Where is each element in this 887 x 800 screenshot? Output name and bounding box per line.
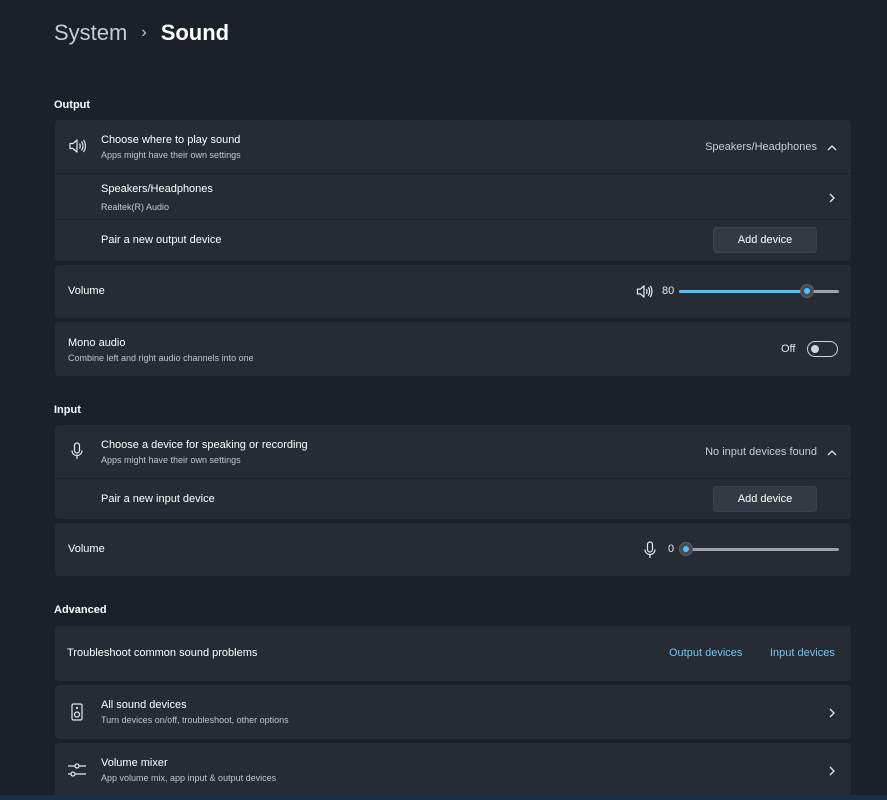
- mono-audio-subtitle: Combine left and right audio channels in…: [68, 353, 254, 363]
- mono-audio-card: Mono audio Combine left and right audio …: [55, 322, 851, 376]
- add-output-device-button[interactable]: Add device: [713, 227, 817, 253]
- volume-mixer-card[interactable]: Volume mixer App volume mix, app input &…: [55, 743, 851, 797]
- output-device-name: Speakers/Headphones: [101, 183, 213, 195]
- input-volume-label: Volume: [68, 543, 105, 555]
- microphone-icon: [70, 442, 84, 460]
- chevron-right-icon[interactable]: [826, 706, 838, 718]
- input-volume-value: 0: [668, 543, 675, 555]
- output-volume-value: 80: [662, 285, 675, 297]
- choose-input-subtitle: Apps might have their own settings: [101, 455, 241, 465]
- chevron-up-icon[interactable]: [826, 446, 838, 458]
- output-volume-slider[interactable]: [679, 284, 839, 298]
- speaker-icon: [68, 138, 86, 154]
- choose-input-title: Choose a device for speaking or recordin…: [101, 439, 308, 451]
- output-volume-label: Volume: [68, 285, 105, 297]
- input-volume-slider-thumb[interactable]: [679, 542, 693, 556]
- output-section-title: Output: [54, 99, 91, 111]
- toggle-knob: [811, 345, 819, 353]
- breadcrumb: System › Sound: [54, 18, 229, 48]
- sound-settings-page: System › Sound Output Choose where to pl…: [0, 0, 887, 800]
- mono-audio-toggle[interactable]: [807, 341, 838, 357]
- volume-mixer-subtitle: App volume mix, app input & output devic…: [101, 773, 277, 783]
- troubleshoot-output-devices-link[interactable]: Output devices: [669, 647, 742, 659]
- breadcrumb-separator: ›: [141, 24, 147, 41]
- choose-output-row[interactable]: Choose where to play sound Apps might ha…: [55, 120, 851, 173]
- volume-mixer-title: Volume mixer: [101, 757, 168, 769]
- pair-input-row: Pair a new input device Add device: [55, 479, 851, 519]
- mono-audio-state: Off: [781, 343, 796, 355]
- input-volume-card: Volume 0: [55, 523, 851, 576]
- choose-output-title: Choose where to play sound: [101, 134, 241, 146]
- page-title: Sound: [160, 20, 230, 45]
- input-device-card: Choose a device for speaking or recordin…: [55, 425, 851, 519]
- add-input-device-button[interactable]: Add device: [713, 486, 817, 512]
- pair-output-title: Pair a new output device: [101, 234, 222, 246]
- output-device-card: Choose where to play sound Apps might ha…: [55, 120, 851, 261]
- chevron-right-icon[interactable]: [826, 764, 838, 776]
- breadcrumb-system-link[interactable]: System: [54, 20, 127, 46]
- all-sound-devices-title: All sound devices: [101, 699, 187, 711]
- choose-input-row[interactable]: Choose a device for speaking or recordin…: [55, 425, 851, 478]
- chevron-up-icon[interactable]: [826, 141, 838, 153]
- output-volume-slider-thumb[interactable]: [800, 284, 814, 298]
- pair-input-title: Pair a new input device: [101, 493, 215, 505]
- troubleshoot-input-devices-link[interactable]: Input devices: [770, 647, 835, 659]
- input-volume-slider[interactable]: [679, 542, 839, 556]
- all-sound-devices-card[interactable]: All sound devices Turn devices on/off, t…: [55, 685, 851, 739]
- selected-input-device: No input devices found: [705, 446, 817, 458]
- advanced-section-title: Advanced: [54, 604, 107, 616]
- troubleshoot-card: Troubleshoot common sound problems Outpu…: [55, 626, 851, 681]
- all-sound-devices-subtitle: Turn devices on/off, troubleshoot, other…: [101, 715, 289, 725]
- troubleshoot-title: Troubleshoot common sound problems: [67, 647, 258, 659]
- output-device-driver: Realtek(R) Audio: [101, 202, 170, 212]
- speaker-icon[interactable]: [635, 284, 653, 299]
- microphone-icon[interactable]: [643, 541, 657, 559]
- output-device-speakers-row[interactable]: Speakers/Headphones Realtek(R) Audio: [55, 174, 851, 219]
- choose-output-subtitle: Apps might have their own settings: [101, 150, 241, 160]
- speaker-box-icon: [71, 703, 83, 721]
- pair-output-row: Pair a new output device Add device: [55, 220, 851, 261]
- output-volume-card: Volume 80: [55, 265, 851, 318]
- output-volume-slider-fill: [679, 290, 807, 293]
- mixer-icon: [67, 761, 87, 779]
- mono-audio-title: Mono audio: [68, 337, 126, 349]
- taskbar-edge: [0, 795, 887, 800]
- input-section-title: Input: [54, 404, 81, 416]
- chevron-right-icon[interactable]: [826, 191, 838, 203]
- selected-output-device: Speakers/Headphones: [705, 141, 817, 153]
